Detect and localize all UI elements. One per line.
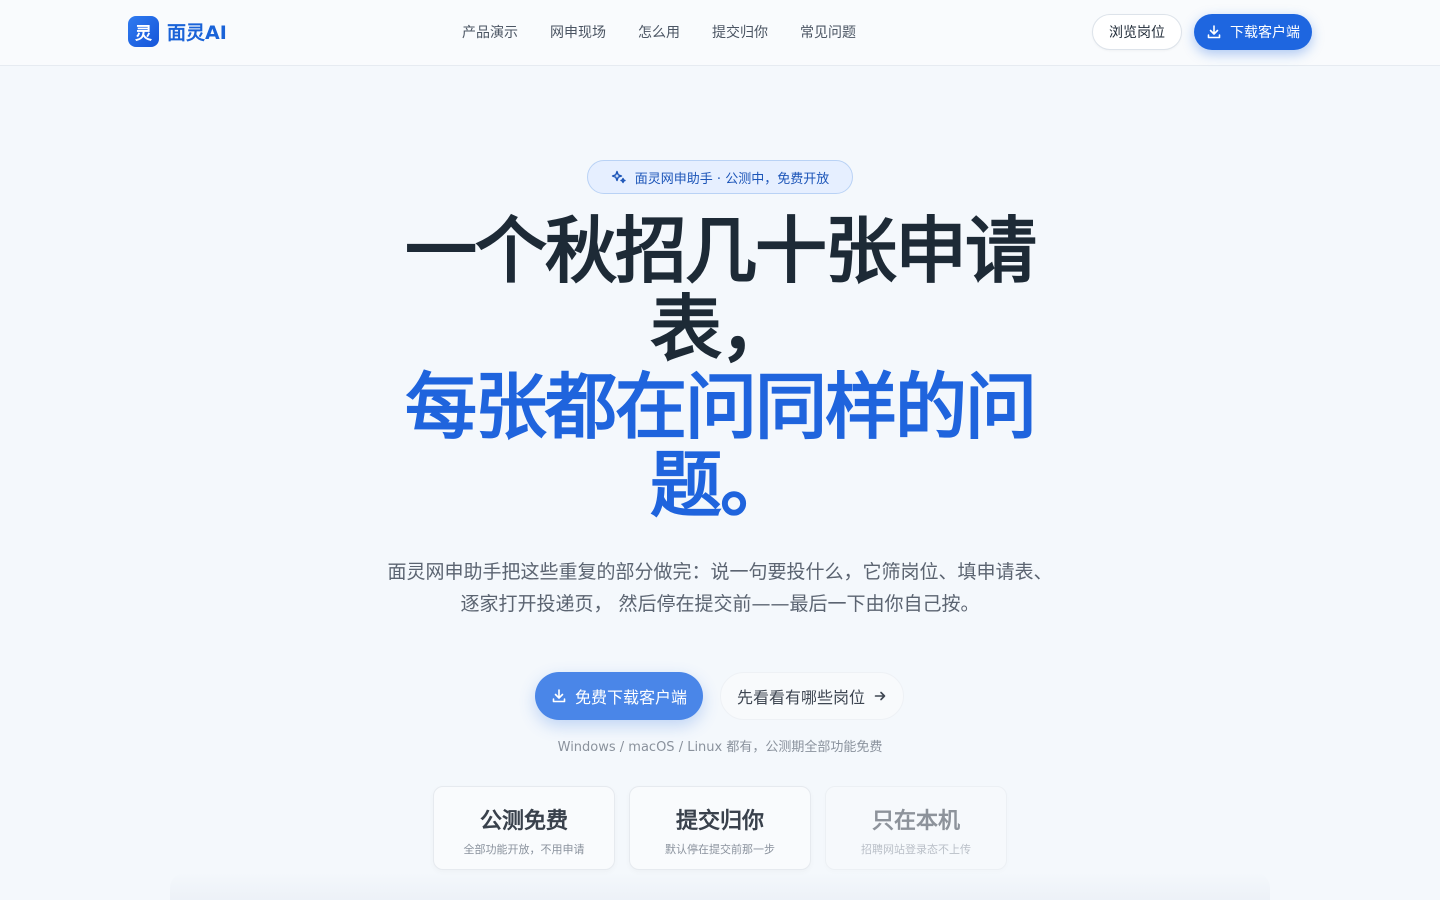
nav-link-live[interactable]: 网申现场 (550, 22, 606, 42)
nav-link-submit[interactable]: 提交归你 (712, 22, 768, 42)
view-jobs-label: 先看看有哪些岗位 (736, 688, 865, 707)
feature-desc: 招聘网站登录态不上传 (861, 843, 971, 856)
brand-logo-link[interactable]: 灵 面灵AI (128, 16, 227, 47)
hero-title: 一个秋招几十张申请表， 每张都在问同样的问题。 (380, 212, 1060, 524)
feature-card-free: 公测免费 全部功能开放，不用申请 (433, 786, 615, 870)
feature-title: 只在本机 (871, 809, 960, 834)
browse-jobs-button[interactable]: 浏览岗位 (1092, 14, 1182, 50)
nav-links: 产品演示 网申现场 怎么用 提交归你 常见问题 (448, 22, 888, 42)
download-client-label: 下载客户端 (1230, 25, 1300, 41)
nav-link-faq[interactable]: 常见问题 (800, 22, 856, 42)
feature-card-local: 只在本机 招聘网站登录态不上传 (825, 786, 1007, 870)
hero-subtitle: 面灵网申助手把这些重复的部分做完：说一句要投什么，它筛岗位、填申请表、逐家打开投… (387, 561, 1053, 615)
top-navbar: 灵 面灵AI 产品演示 网申现场 怎么用 提交归你 常见问题 浏览岗位 下载客户… (0, 0, 1440, 66)
download-icon (1207, 25, 1221, 39)
browse-jobs-label: 浏览岗位 (1109, 25, 1165, 41)
brand-logo-icon: 灵 (128, 16, 159, 47)
next-section-edge (170, 872, 1270, 900)
hero-title-line2: 每张都在问同样的问题。 (404, 365, 1037, 527)
hero-title-line1: 一个秋招几十张申请表， (404, 209, 1037, 371)
feature-desc: 全部功能开放，不用申请 (463, 843, 585, 856)
platform-note: Windows / macOS / Linux 都有，公测期全部功能免费 (557, 740, 883, 755)
nav-link-demo[interactable]: 产品演示 (462, 22, 518, 42)
beta-badge-text: 面灵网申助手 · 公测中，免费开放 (634, 171, 830, 187)
free-download-label: 免费下载客户端 (574, 688, 687, 707)
download-icon (552, 689, 566, 703)
download-client-button[interactable]: 下载客户端 (1194, 14, 1312, 50)
arrow-right-icon (874, 691, 886, 701)
feature-title: 公测免费 (479, 809, 568, 834)
sparkle-icon (611, 170, 626, 184)
feature-desc: 默认停在提交前那一步 (665, 843, 775, 856)
view-jobs-button[interactable]: 先看看有哪些岗位 (720, 672, 904, 720)
brand-name: 面灵AI (167, 22, 227, 44)
beta-badge: 面灵网申助手 · 公测中，免费开放 (587, 160, 853, 194)
free-download-button[interactable]: 免费下载客户端 (535, 672, 703, 720)
feature-card-submit: 提交归你 默认停在提交前那一步 (629, 786, 811, 870)
nav-link-howto[interactable]: 怎么用 (638, 22, 680, 42)
feature-title: 提交归你 (675, 809, 764, 834)
